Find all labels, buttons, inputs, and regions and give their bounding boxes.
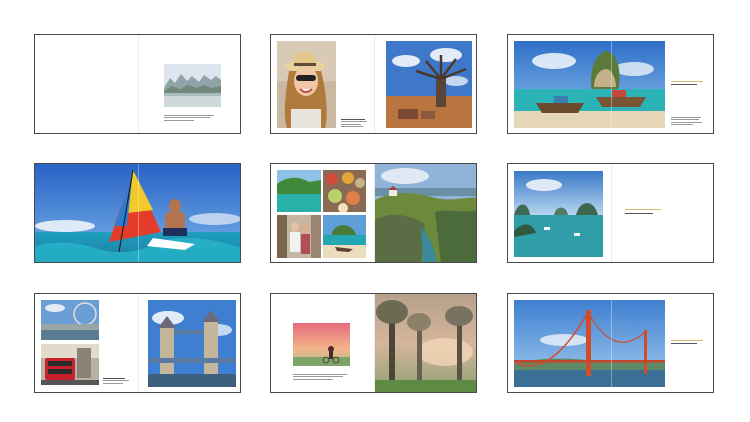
page-fold <box>611 35 612 133</box>
golden-gate-bridge-photo <box>514 300 665 387</box>
misty-forest-photo <box>375 294 476 392</box>
album-spread-6[interactable] <box>507 163 714 263</box>
tower-bridge-photo <box>148 300 236 387</box>
halong-bay-photo <box>514 171 603 257</box>
london-eye-photo <box>41 300 99 340</box>
family-street-photo <box>277 215 321 258</box>
page-fold <box>611 164 612 262</box>
page-fold <box>138 164 139 262</box>
page-fold <box>611 294 612 392</box>
mountain-lake-photo <box>164 64 221 107</box>
tropical-boats-photo <box>514 41 665 128</box>
page-fold <box>138 294 139 392</box>
coastal-cliffs-photo <box>375 164 476 262</box>
text-block <box>341 119 367 129</box>
album-spread-1[interactable] <box>34 34 241 134</box>
caption-block <box>671 340 709 345</box>
sunset-cyclist-photo <box>293 323 350 366</box>
text-block <box>103 378 131 385</box>
island-boat-photo <box>323 215 366 258</box>
page-fold <box>138 35 139 133</box>
market-food-photo <box>323 170 366 212</box>
album-spread-2[interactable] <box>270 34 477 134</box>
album-spread-3[interactable] <box>507 34 714 134</box>
album-spread-4[interactable] <box>34 163 241 263</box>
green-lagoon-photo <box>277 170 321 212</box>
text-block <box>671 117 709 127</box>
woman-with-hat-photo <box>277 41 336 128</box>
album-spread-7[interactable] <box>34 293 241 393</box>
album-spread-5[interactable] <box>270 163 477 263</box>
baobab-tree-photo <box>386 41 472 128</box>
page-fold <box>374 294 375 392</box>
london-bus-photo <box>41 344 99 385</box>
album-spread-8[interactable] <box>270 293 477 393</box>
page-fold <box>374 164 375 262</box>
page-fold <box>374 35 375 133</box>
text-block <box>164 115 214 122</box>
album-spread-9[interactable] <box>507 293 714 393</box>
caption-block <box>625 209 665 215</box>
caption-block <box>671 81 709 86</box>
text-block <box>293 374 349 381</box>
